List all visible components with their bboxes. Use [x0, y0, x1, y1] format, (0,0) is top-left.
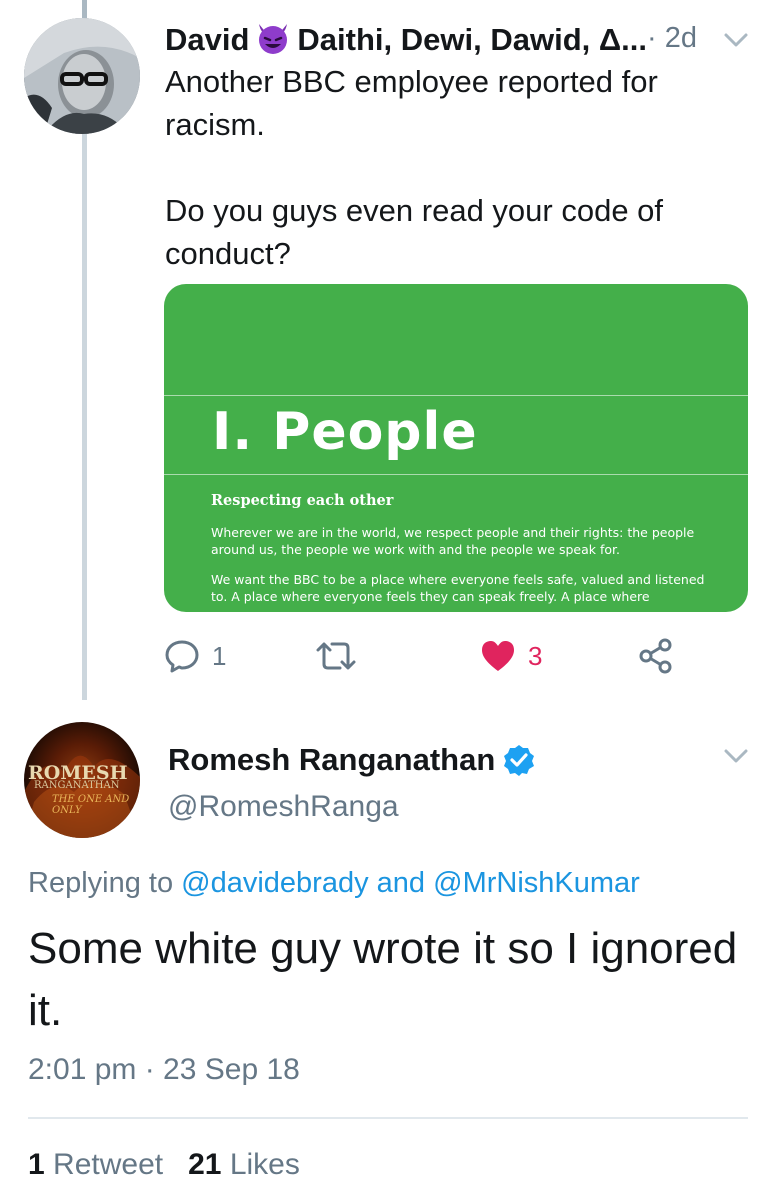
retweet-button[interactable] — [314, 636, 370, 676]
retweet-stat-label: Retweet — [53, 1148, 164, 1181]
share-icon — [639, 638, 672, 674]
replying-to: Replying to @davidebrady and @MrNishKuma… — [28, 867, 640, 900]
thread-connector-top — [82, 0, 87, 18]
display-name[interactable]: Romesh Ranganathan — [168, 742, 535, 778]
tweet-header: David Daithi, Dewi, Dawid, Δ... · 2d — [165, 20, 755, 64]
image-rule-bottom — [164, 474, 748, 475]
chevron-down-icon[interactable] — [723, 748, 749, 764]
avatar-photo — [24, 18, 140, 134]
retweet-icon — [316, 642, 356, 670]
avatar-logo-tagline: THE ONE AND ONLY — [52, 794, 130, 816]
display-name[interactable]: David Daithi, Dewi, Dawid, Δ... — [165, 20, 647, 58]
image-rule-top — [164, 395, 748, 396]
display-name-rest: Daithi, Dewi, Dawid, Δ... — [297, 22, 647, 57]
like-count: 3 — [528, 640, 543, 671]
avatar[interactable] — [24, 18, 140, 134]
heart-icon — [482, 641, 514, 671]
divider — [28, 1117, 748, 1119]
reply-icon — [165, 640, 199, 673]
share-button[interactable] — [638, 636, 674, 676]
avatar-logo-subtext: RANGANATHAN — [34, 780, 120, 791]
image-paragraph-2: We want the BBC to be a place where ever… — [211, 572, 705, 604]
replying-label: Replying to — [28, 867, 174, 899]
retweet-stat-count: 1 — [28, 1148, 45, 1181]
like-button[interactable]: 3 — [480, 636, 542, 676]
chevron-down-icon[interactable] — [723, 32, 749, 48]
mention-link[interactable]: @MrNishKumar — [433, 867, 640, 899]
image-subheading: Respecting each other — [211, 492, 394, 509]
mention-conjunction[interactable]: and — [377, 867, 425, 899]
reply-button[interactable]: 1 — [164, 636, 226, 676]
tweet-text: Some white guy wrote it so I ignored it. — [28, 924, 738, 1035]
likes-stat[interactable]: 21 Likes — [188, 1148, 300, 1181]
image-heading: I. People — [212, 402, 478, 462]
like-stat-count: 21 — [188, 1148, 222, 1181]
avatar[interactable]: ROMESH RANGANATHAN THE ONE AND ONLY — [24, 722, 140, 838]
reply-count: 1 — [212, 640, 227, 671]
display-name-first: David — [165, 22, 250, 57]
tweet-time[interactable]: · 2d — [647, 22, 697, 55]
user-handle[interactable]: @RomeshRanga — [168, 790, 399, 824]
verified-badge-icon — [504, 745, 535, 776]
retweets-stat[interactable]: 1 Retweet — [28, 1148, 163, 1181]
tweet-actions: 1 3 — [164, 636, 748, 676]
engagement-stats: 1 Retweet 21 Likes — [28, 1148, 300, 1182]
display-name-text: Romesh Ranganathan — [168, 742, 496, 777]
tweet-image[interactable]: I. People Respecting each other Wherever… — [164, 284, 748, 612]
smiling-devil-emoji — [259, 24, 288, 54]
like-stat-label: Likes — [229, 1148, 300, 1181]
mention-link[interactable]: @davidebrady — [181, 867, 368, 899]
image-paragraph-1: Wherever we are in the world, we respect… — [211, 525, 695, 557]
tweet-timestamp[interactable]: 2:01 pm · 23 Sep 18 — [28, 1053, 300, 1087]
tweet-text: Another BBC employee reported for racism… — [165, 64, 664, 271]
